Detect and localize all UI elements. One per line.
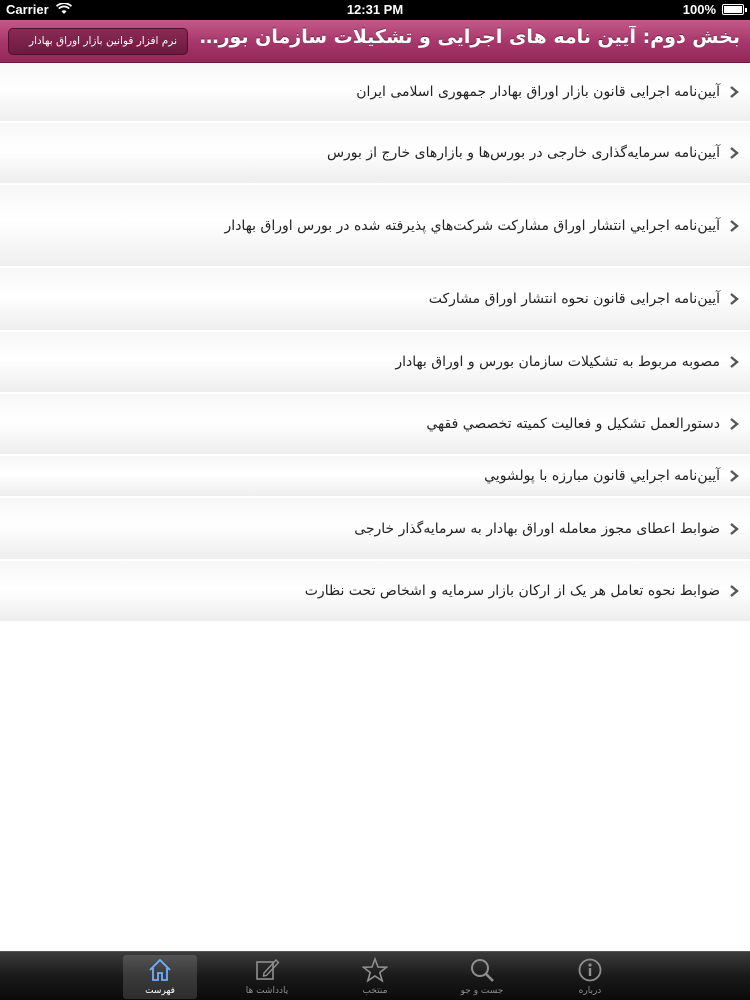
chevron-right-icon bbox=[730, 522, 739, 535]
tab-index[interactable]: فهرست bbox=[123, 955, 197, 999]
chevron-right-icon bbox=[730, 219, 739, 232]
list-item-label: آيين‌نامه اجرايي قانون مبارزه با پولشويي bbox=[484, 468, 720, 484]
status-time: 12:31 PM bbox=[346, 2, 404, 17]
star-icon bbox=[362, 957, 388, 983]
list-item[interactable]: ضوابط اعطای مجوز معامله اوراق بهادار به … bbox=[0, 498, 750, 561]
list-item-label: دستورالعمل تشكيل و فعاليت كميته تخصصي فق… bbox=[426, 416, 720, 432]
tab-favorites[interactable]: منتخب bbox=[338, 955, 412, 999]
list-item-label: آیین‌نامه سرمایه‌گذاری خارجی در بورس‌ها … bbox=[326, 145, 720, 161]
list-item-label: ضوابط نحوه تعامل هر یک از ارکان بازار سر… bbox=[304, 583, 720, 599]
chevron-right-icon bbox=[730, 356, 739, 368]
list-item-label: مصوبه مربوط به تشکیلات سازمان بورس و اور… bbox=[395, 354, 720, 370]
chevron-right-icon bbox=[730, 86, 739, 98]
list-item-label: ضوابط اعطای مجوز معامله اوراق بهادار به … bbox=[354, 520, 720, 537]
tab-notes[interactable]: یادداشت ها bbox=[230, 955, 304, 999]
chevron-right-icon bbox=[730, 293, 739, 305]
tab-about[interactable]: درباره bbox=[553, 955, 627, 999]
list-item-label: آیین‌نامه اجرایی قانون بازار اوراق بهادا… bbox=[356, 84, 720, 100]
list-item[interactable]: ضوابط نحوه تعامل هر یک از ارکان بازار سر… bbox=[0, 561, 750, 623]
tab-search[interactable]: جست و جو bbox=[445, 955, 519, 999]
tab-index-label: فهرست bbox=[145, 986, 175, 996]
chapter-list: آیین‌نامه اجرایی قانون بازار اوراق بهادا… bbox=[0, 63, 750, 623]
page-title: بخش دوم: آیین نامه های اجرایی و تشکیلات … bbox=[195, 26, 740, 48]
battery-percent: 100% bbox=[682, 2, 716, 17]
list-item[interactable]: آیین‌نامه اجرایی قانون نحوه انتشار اوراق… bbox=[0, 268, 750, 332]
list-item[interactable]: آيين‌نامه اجرايي قانون مبارزه با پولشويي bbox=[0, 456, 750, 498]
list-item-label: آيين‌نامه اجرايي انتشار اوراق مشاركت شرك… bbox=[224, 217, 720, 234]
back-button-label: نرم افزار قوانین بازار اوراق بهادار bbox=[29, 35, 177, 47]
navigation-bar: نرم افزار قوانین بازار اوراق بهادار بخش … bbox=[0, 20, 750, 63]
chevron-right-icon bbox=[730, 418, 739, 430]
chevron-right-icon bbox=[730, 585, 739, 597]
battery-icon bbox=[722, 4, 747, 15]
list-item[interactable]: آیین‌نامه اجرایی قانون بازار اوراق بهادا… bbox=[0, 63, 750, 123]
tab-notes-label: یادداشت ها bbox=[245, 986, 289, 996]
list-item[interactable]: مصوبه مربوط به تشکیلات سازمان بورس و اور… bbox=[0, 332, 750, 394]
list-item-label: آیین‌نامه اجرایی قانون نحوه انتشار اوراق… bbox=[428, 291, 720, 307]
home-icon bbox=[149, 958, 171, 981]
status-bar: Carrier 12:31 PM 100% bbox=[0, 0, 750, 20]
chevron-right-icon bbox=[730, 147, 739, 159]
tab-about-label: درباره bbox=[578, 986, 602, 996]
chevron-right-icon bbox=[730, 470, 739, 482]
tab-search-label: جست و جو bbox=[460, 986, 504, 996]
tab-bar: درباره جست و جو منتخب یادداشت ها فهرست bbox=[0, 951, 750, 1000]
list-item[interactable]: آيين‌نامه اجرايي انتشار اوراق مشاركت شرك… bbox=[0, 185, 750, 268]
info-icon bbox=[578, 958, 602, 982]
back-button[interactable]: نرم افزار قوانین بازار اوراق بهادار bbox=[8, 28, 188, 55]
note-edit-icon bbox=[256, 958, 280, 980]
list-item[interactable]: دستورالعمل تشكيل و فعاليت كميته تخصصي فق… bbox=[0, 394, 750, 456]
list-item[interactable]: آیین‌نامه سرمایه‌گذاری خارجی در بورس‌ها … bbox=[0, 123, 750, 185]
tab-favorites-label: منتخب bbox=[362, 986, 388, 996]
search-icon bbox=[471, 959, 494, 982]
